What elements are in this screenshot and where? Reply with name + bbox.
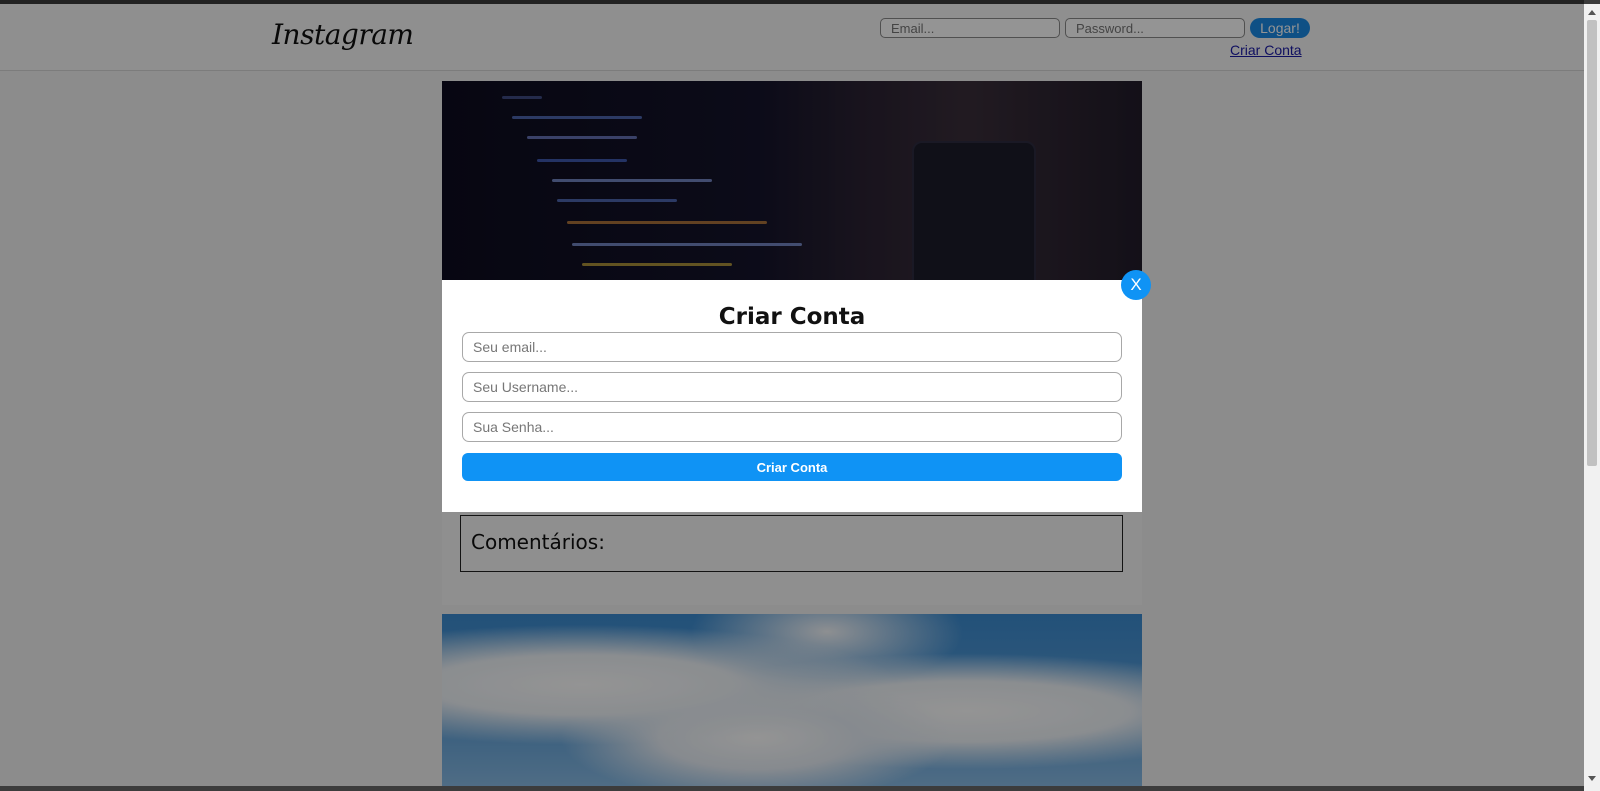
scrollbar-thumb[interactable] <box>1587 20 1597 466</box>
signup-username-input[interactable] <box>462 372 1122 402</box>
window-bottom-strip <box>0 786 1584 791</box>
scroll-up-arrow-icon[interactable] <box>1588 10 1596 15</box>
signup-password-input[interactable] <box>462 412 1122 442</box>
close-modal-button[interactable]: X <box>1121 270 1151 300</box>
create-account-modal: Criar Conta Criar Conta <box>442 280 1142 512</box>
signup-email-input[interactable] <box>462 332 1122 362</box>
page-scrollbar[interactable] <box>1584 4 1600 791</box>
scroll-down-arrow-icon[interactable] <box>1588 776 1596 781</box>
create-account-button[interactable]: Criar Conta <box>462 453 1122 481</box>
modal-title: Criar Conta <box>718 304 866 330</box>
